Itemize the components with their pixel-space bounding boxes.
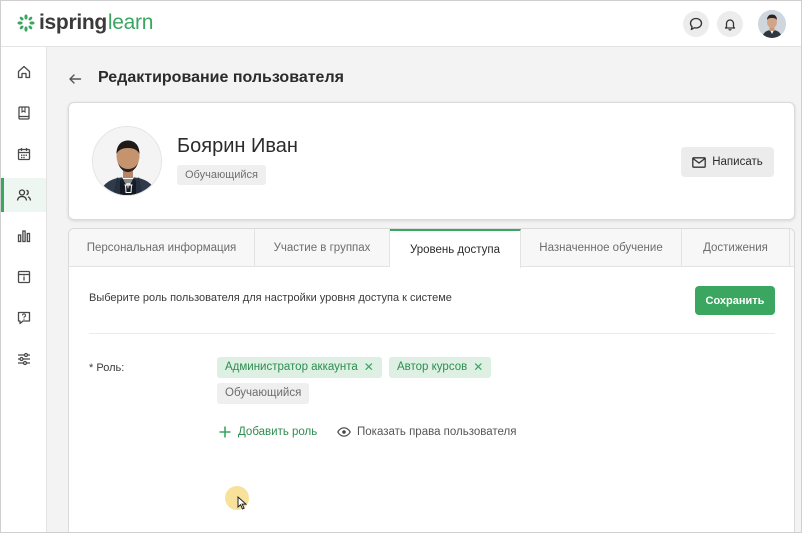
tab-groups[interactable]: Участие в группах [255,229,390,267]
role-badge: Обучающийся [177,165,267,185]
calendar-icon [17,148,30,161]
users-icon [16,189,31,201]
role-chip-label: Обучающийся [225,387,302,399]
role-label: * Роль: [89,362,125,374]
role-chip-account-admin: Администратор аккаунта ✕ [217,357,382,378]
settings-sliders-icon [17,352,30,366]
access-description: Выберите роль пользователя для настройки… [89,292,452,304]
write-message-label: Написать [712,156,763,168]
chat-icon [689,17,703,31]
top-bar: ispring learn [1,1,801,47]
home-icon [17,65,30,79]
remove-role-icon[interactable]: ✕ [364,357,374,378]
profile-avatar[interactable] [92,126,162,196]
logo[interactable]: ispring learn [17,11,154,34]
tab-assigned-learning[interactable]: Назначенное обучение [521,229,682,267]
avatar-image [758,10,786,38]
tab-personal-info[interactable]: Персональная информация [69,229,255,267]
delete-photo-button[interactable] [120,179,136,195]
remove-role-icon[interactable]: ✕ [473,357,483,378]
tab-achievements[interactable]: Достижения [682,229,790,267]
chart-icon [17,230,30,243]
add-role-button[interactable]: Добавить роль [219,426,317,438]
arrow-left-icon [69,74,82,84]
sidebar-item-help[interactable] [1,301,46,335]
eye-icon [337,427,351,437]
sidebar-item-home[interactable] [1,55,46,89]
divider [89,333,775,334]
tab-bar: Персональная информация Участие в группа… [69,229,794,268]
role-chip-learner: Обучающийся [217,383,310,404]
sidebar-item-users[interactable] [1,178,46,212]
role-chip-label: Автор курсов [397,361,468,373]
tab-panel: Персональная информация Участие в группа… [68,228,795,532]
logo-text: ispring [39,11,107,34]
tab-access-level[interactable]: Уровень доступа [390,229,521,268]
sidebar-item-calendar[interactable] [1,137,46,171]
save-button[interactable]: Сохранить [695,286,775,315]
show-rights-label: Показать права пользователя [357,426,517,438]
trash-icon [124,183,132,193]
role-chip-course-author: Автор курсов ✕ [389,357,492,378]
sidebar-item-library[interactable] [1,96,46,130]
logo-text-accent: learn [107,11,154,34]
back-button[interactable] [67,71,83,87]
write-message-button[interactable]: Написать [681,147,774,177]
sidebar-item-reports[interactable] [1,219,46,253]
book-icon [17,106,30,120]
add-role-label: Добавить роль [238,426,318,438]
page-title: Редактирование пользователя [98,69,344,86]
show-rights-button[interactable]: Показать права пользователя [337,426,517,438]
app-window: ispring learn Редактирование пользовател… [0,0,802,533]
sidebar-item-settings[interactable] [1,342,46,376]
question-icon [17,311,30,325]
chat-button[interactable] [683,11,709,37]
sidebar [1,47,47,532]
user-avatar[interactable] [758,10,786,38]
mail-icon [692,156,707,168]
notifications-button[interactable] [717,11,743,37]
role-chip-label: Администратор аккаунта [225,361,358,373]
mouse-cursor-icon [237,496,247,510]
logo-icon [17,14,35,32]
profile-card: Боярин Иван Обучающийся Написать [68,102,795,220]
plus-icon [219,426,231,438]
bell-icon [724,19,736,31]
info-icon [17,270,30,284]
sidebar-item-info[interactable] [1,260,46,294]
user-name: Боярин Иван [177,135,298,157]
